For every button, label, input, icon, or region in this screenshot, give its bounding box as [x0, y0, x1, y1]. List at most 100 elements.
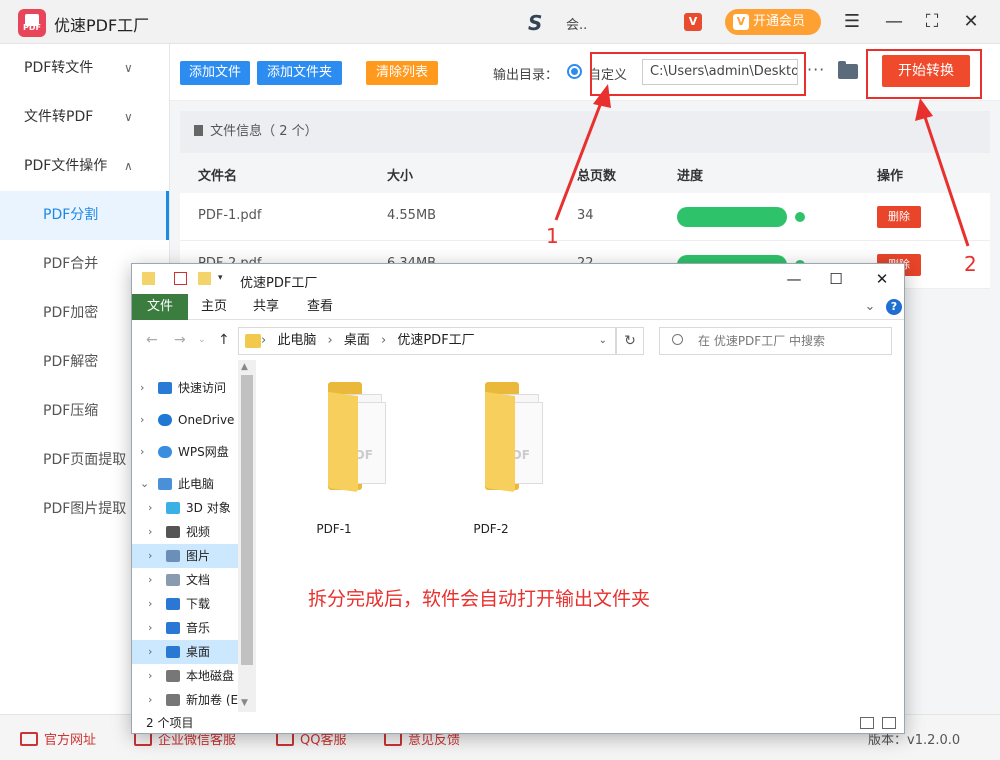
toolbar: 添加文件 添加文件夹 清除列表 输出目录： 自定义 C:\Users\admin…	[170, 44, 1000, 101]
sidebar-group-pdf-to-file[interactable]: PDF转文件 ∨	[0, 44, 169, 93]
sidebar-group-label: PDF文件操作	[24, 158, 108, 174]
clear-list-button[interactable]: 清除列表	[366, 61, 438, 85]
nav-item-new-volume[interactable]: › 新加卷 (E:	[132, 688, 238, 712]
nav-item-onedrive[interactable]: › OneDrive	[132, 408, 238, 432]
add-file-button[interactable]: 添加文件	[180, 61, 250, 85]
col-action: 操作	[877, 169, 904, 184]
forward-arrow-icon[interactable]: →	[174, 332, 186, 348]
folder-item-pdf-1[interactable]: PDF PDF-1	[284, 382, 386, 536]
address-bar[interactable]: › 此电脑 › 桌面 › 优速PDF工厂 ⌄	[238, 327, 616, 355]
scroll-thumb[interactable]	[241, 375, 253, 665]
callout-number-2: 2	[964, 252, 977, 276]
explorer-title: 优速PDF工厂	[240, 276, 318, 291]
user-name[interactable]: 会..	[566, 14, 587, 33]
star-icon	[158, 382, 172, 394]
folder-label: PDF-2	[473, 522, 509, 536]
nav-item-wps-drive[interactable]: › WPS网盘	[132, 440, 238, 464]
refresh-icon[interactable]: ↻	[616, 327, 644, 355]
properties-icon[interactable]	[174, 272, 187, 285]
item-count: 2 个项目	[146, 716, 194, 730]
ribbon-tab-home[interactable]: 主页	[192, 294, 236, 320]
nav-item-local-disk[interactable]: › 本地磁盘	[132, 664, 238, 688]
ribbon-tab-file[interactable]: 文件	[132, 294, 188, 320]
ribbon-tab-share[interactable]: 共享	[244, 294, 288, 320]
table-row[interactable]: PDF-1.pdf 4.55MB 34 删除	[180, 193, 990, 241]
file-view: PDF PDF-1 PDF PDF-2 拆分完成后，软件会自动打开输出文件夹	[256, 360, 904, 712]
breadcrumb-app-folder[interactable]: 优速PDF工厂	[397, 333, 474, 348]
more-options-icon[interactable]: ···	[807, 60, 825, 79]
ribbon-tab-view[interactable]: 查看	[298, 294, 342, 320]
app-logo-icon: PDF	[18, 9, 46, 37]
sidebar-item-pdf-split[interactable]: PDF分割	[0, 191, 169, 240]
chevron-up-icon: ∧	[124, 159, 133, 173]
sidebar-group-pdf-ops[interactable]: PDF文件操作 ∧	[0, 142, 169, 191]
folder-item-pdf-2[interactable]: PDF PDF-2	[441, 382, 543, 536]
col-filename: 文件名	[198, 169, 238, 184]
wechat-icon	[134, 732, 152, 746]
breadcrumb-this-pc[interactable]: 此电脑	[277, 333, 316, 348]
table-header: 文件名 大小 总页数 进度 操作	[180, 153, 990, 193]
nav-item-this-pc[interactable]: ⌄ 此电脑	[132, 472, 238, 496]
folder-icon[interactable]	[838, 61, 858, 79]
scroll-up-icon[interactable]: ▲	[241, 362, 248, 372]
custom-radio[interactable]	[567, 64, 582, 79]
drive-icon	[166, 670, 180, 682]
chevron-down-icon: ∨	[124, 61, 133, 75]
nav-item-documents[interactable]: › 文档	[132, 568, 238, 592]
folder-icon	[142, 272, 155, 285]
user-avatar-icon[interactable]: S	[528, 12, 558, 34]
cloud-icon	[158, 414, 172, 426]
minimize-icon[interactable]: —	[780, 268, 808, 290]
open-vip-button[interactable]: V 开通会员	[725, 9, 821, 35]
output-dir-label: 输出目录：	[493, 68, 559, 83]
sidebar-group-file-to-pdf[interactable]: 文件转PDF ∨	[0, 93, 169, 142]
new-folder-icon[interactable]	[198, 272, 211, 285]
up-arrow-icon[interactable]: ↑	[218, 332, 230, 348]
computer-icon	[158, 478, 172, 490]
ribbon-expand-icon[interactable]: ⌄	[862, 294, 878, 320]
menu-icon[interactable]: ☰	[838, 8, 866, 36]
title-bar: PDF 优速PDF工厂 S 会.. V V 开通会员 ☰ — ⛶ ✕	[0, 0, 1000, 44]
recent-chevron-icon[interactable]: ⌄	[198, 335, 206, 345]
explorer-status-bar: 2 个项目	[132, 712, 904, 733]
close-icon[interactable]: ✕	[957, 8, 985, 36]
vip-badge-icon[interactable]: V	[684, 13, 702, 31]
back-arrow-icon[interactable]: ←	[146, 332, 158, 348]
maximize-icon[interactable]: ⛶	[918, 8, 946, 36]
nav-item-3d-objects[interactable]: › 3D 对象	[132, 496, 238, 520]
address-row: ← → ⌄ ↑ › 此电脑 › 桌面 › 优速PDF工厂 ⌄ ↻ 在 优速PDF…	[132, 320, 904, 360]
desktop-icon	[166, 646, 180, 658]
col-size: 大小	[387, 169, 414, 184]
explorer-window[interactable]: ▾ 优速PDF工厂 — ☐ ✕ 文件 主页 共享 查看 ⌄ ? ← → ⌄ ↑ …	[131, 263, 905, 734]
cloud-icon	[158, 446, 172, 458]
breadcrumb-desktop[interactable]: 桌面	[344, 333, 370, 348]
picture-icon	[166, 550, 180, 562]
nav-item-pictures[interactable]: › 图片	[132, 544, 238, 568]
crown-icon: V	[733, 14, 749, 30]
details-view-icon[interactable]	[860, 717, 874, 729]
search-input[interactable]: 在 优速PDF工厂 中搜索	[659, 327, 892, 355]
minimize-icon[interactable]: —	[880, 8, 908, 36]
nav-item-desktop[interactable]: › 桌面	[132, 640, 238, 664]
address-dropdown-icon[interactable]: ⌄	[599, 328, 607, 354]
chevron-down-icon[interactable]: ▾	[218, 272, 231, 285]
scroll-down-icon[interactable]: ▼	[241, 698, 248, 708]
nav-item-music[interactable]: › 音乐	[132, 616, 238, 640]
nav-scrollbar[interactable]: ▲ ▼	[238, 360, 256, 712]
drive-icon	[166, 694, 180, 706]
delete-button[interactable]: 删除	[877, 206, 921, 228]
large-icons-view-icon[interactable]	[882, 717, 896, 729]
folder-icon	[485, 391, 515, 493]
qq-icon	[276, 732, 294, 746]
maximize-icon[interactable]: ☐	[822, 268, 850, 290]
add-folder-button[interactable]: 添加文件夹	[257, 61, 342, 85]
check-icon	[795, 212, 805, 222]
nav-item-downloads[interactable]: › 下载	[132, 592, 238, 616]
nav-item-quick-access[interactable]: › 快速访问	[132, 376, 238, 400]
help-icon[interactable]: ?	[886, 299, 902, 315]
website-link[interactable]: 官方网址	[20, 729, 96, 748]
nav-item-videos[interactable]: › 视频	[132, 520, 238, 544]
cube-icon	[166, 502, 180, 514]
close-icon[interactable]: ✕	[868, 268, 896, 290]
explorer-title-bar[interactable]: ▾ 优速PDF工厂 — ☐ ✕	[132, 264, 904, 294]
